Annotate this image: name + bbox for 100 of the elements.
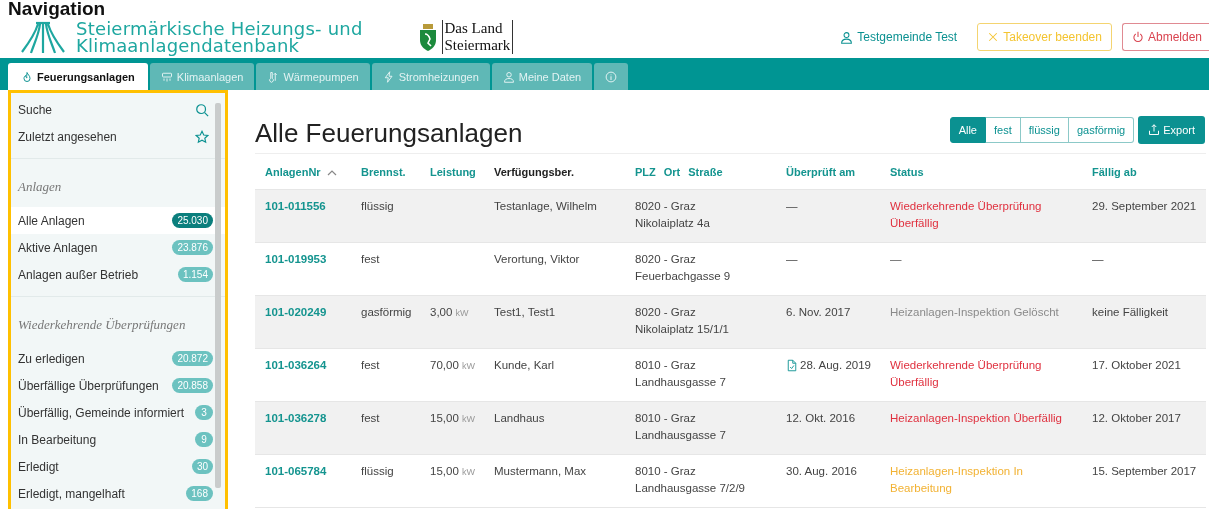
due-date: 17. Oktober 2021 [1092,359,1181,371]
column-header: Verfügungsber. [494,165,575,178]
count-badge: 3 [195,405,213,420]
nav-tab[interactable]: Klimaanlagen [149,63,255,90]
info-icon [605,70,618,83]
logo-icon [20,20,66,54]
search-icon [195,102,209,117]
thermometer-icon [267,70,280,83]
sort-ascending-icon[interactable] [326,168,337,177]
street-text: Landhausgasse 7 [635,428,727,443]
street-text: Landhausgasse 7 [635,375,727,390]
owner-cell: Mustermann, Max [494,465,587,477]
power-icon [1131,31,1144,43]
filter-button[interactable]: gasförmig [1068,116,1135,143]
close-icon [987,31,1000,43]
page-title: Alle Feuerungsanlagen [255,117,523,149]
sidebar-item[interactable]: Zu erledigen 20.872 [11,345,225,372]
column-sort-link[interactable]: PLZ [635,165,656,178]
column-sort-link[interactable]: Status [890,165,924,178]
nav-tab[interactable]: Meine Daten [491,63,593,90]
status-text: Wiederkehrende Überprüfung Überfällig [890,359,1042,388]
flame-icon [21,70,33,83]
city-text: 8020 - Graz [635,305,697,320]
export-button[interactable]: Export [1138,115,1205,144]
count-badge: 23.876 [172,240,213,255]
brand-title: Steiermärkische Heizungs- und [76,20,363,37]
column-sort-link[interactable]: AnlagenNr [265,165,321,178]
filter-button[interactable]: fest [986,116,1021,143]
checked-date: 12. Okt. 2016 [786,411,856,426]
status-text: Heizanlagen-Inspektion In Bearbeitung [890,465,1023,494]
nav-tab[interactable]: Wärmepumpen [256,63,370,90]
owner-cell: Kunde, Karl [494,359,555,371]
column-sort-link[interactable]: Straße [688,165,723,178]
due-date: keine Fälligkeit [1092,306,1169,318]
city-text: 8010 - Graz [635,358,697,373]
fuel-cell: gasförmig [361,306,412,318]
status-text: — [890,253,902,265]
plant-number-link[interactable]: 101-036264 [265,359,327,371]
nav-tab[interactable]: Stromheizungen [371,63,490,90]
column-sort-link[interactable]: Leistung [430,165,476,178]
fuel-cell: flüssig [361,200,394,212]
street-text: Nikolaiplatz 4a [635,216,711,231]
power-cell: 15,00 kW [430,412,475,424]
street-text: Landhausgasse 7/2/9 [635,481,746,496]
checked-date: — [786,199,798,214]
sidebar-link[interactable]: Suche [11,96,225,123]
sidebar-item[interactable]: Erledigt, mangelhaft 168 [11,480,225,507]
nav-tab[interactable] [594,63,629,90]
nav-tab[interactable]: Feuerungsanlagen [8,63,148,90]
city-text: 8020 - Graz [635,252,697,267]
column-sort-link[interactable]: Überprüft am [786,165,856,178]
user-icon [840,30,854,44]
sidebar-item[interactable]: Erledigt 30 [11,453,225,480]
sidebar-link[interactable]: Zuletzt angesehen [11,123,225,150]
plant-number-link[interactable]: 101-019953 [265,253,327,265]
owner-cell: Landhaus [494,412,545,424]
document-icon[interactable] [786,359,798,372]
scrollbar[interactable] [215,103,221,488]
sidebar-item[interactable]: Alle Anlagen 25.030 [11,207,225,234]
status-text: Heizanlagen-Inspektion Gelöscht [890,306,1059,318]
owner-cell: Verortung, Viktor [494,253,580,265]
checked-date: 30. Aug. 2016 [786,464,857,479]
logout-button[interactable]: Abmelden [1121,23,1209,51]
section-title: Wiederkehrende Überprüfungen [17,316,187,334]
sidebar-item[interactable]: Überfällige Überprüfungen 20.858 [11,372,225,399]
status-text: Wiederkehrende Überprüfung Überfällig [890,200,1042,229]
filter-button[interactable]: Alle [949,116,986,143]
plant-number-link[interactable]: 101-011556 [265,200,326,212]
plant-number-link[interactable]: 101-036278 [265,412,327,424]
air-conditioner-icon [160,70,173,83]
city-text: 8010 - Graz [635,411,697,426]
star-icon [195,129,209,144]
street-text: Nikolaiplatz 15/1/1 [635,322,730,337]
fuel-cell: fest [361,359,380,371]
status-text: Heizanlagen-Inspektion Überfällig [890,412,1062,424]
owner-cell: Testanlage, Wilhelm [494,200,597,212]
partner-name: Das Land [444,20,504,37]
checked-date: — [786,252,798,267]
city-text: 8010 - Graz [635,464,697,479]
partner-name: Steiermark [444,37,511,54]
sidebar-item[interactable]: Aktive Anlagen 23.876 [11,234,225,261]
lightning-icon [382,70,395,83]
power-cell: 70,00 kW [430,359,475,371]
coat-of-arms-icon [417,22,438,52]
column-sort-link[interactable]: Fällig ab [1092,165,1137,178]
user-link[interactable]: Testgemeinde Test [840,30,958,44]
power-cell: 15,00 kW [430,465,475,477]
sidebar-item[interactable]: In Bearbeitung 9 [11,426,225,453]
checked-date: 28. Aug. 2019 [800,358,871,373]
filter-button[interactable]: flüssig [1020,116,1069,143]
plant-number-link[interactable]: 101-065784 [265,465,327,477]
column-sort-link[interactable]: Brennst. [361,165,406,178]
checked-date: 6. Nov. 2017 [786,305,851,320]
count-badge: 1.154 [177,267,213,282]
sidebar-item[interactable]: Überfällig, Gemeinde informiert 3 [11,399,225,426]
street-text: Feuerbachgasse 9 [635,269,732,284]
fuel-cell: flüssig [361,465,394,477]
column-sort-link[interactable]: Ort [663,165,681,178]
plant-number-link[interactable]: 101-020249 [265,306,327,318]
sidebar-item[interactable]: Anlagen außer Betrieb 1.154 [11,261,225,288]
